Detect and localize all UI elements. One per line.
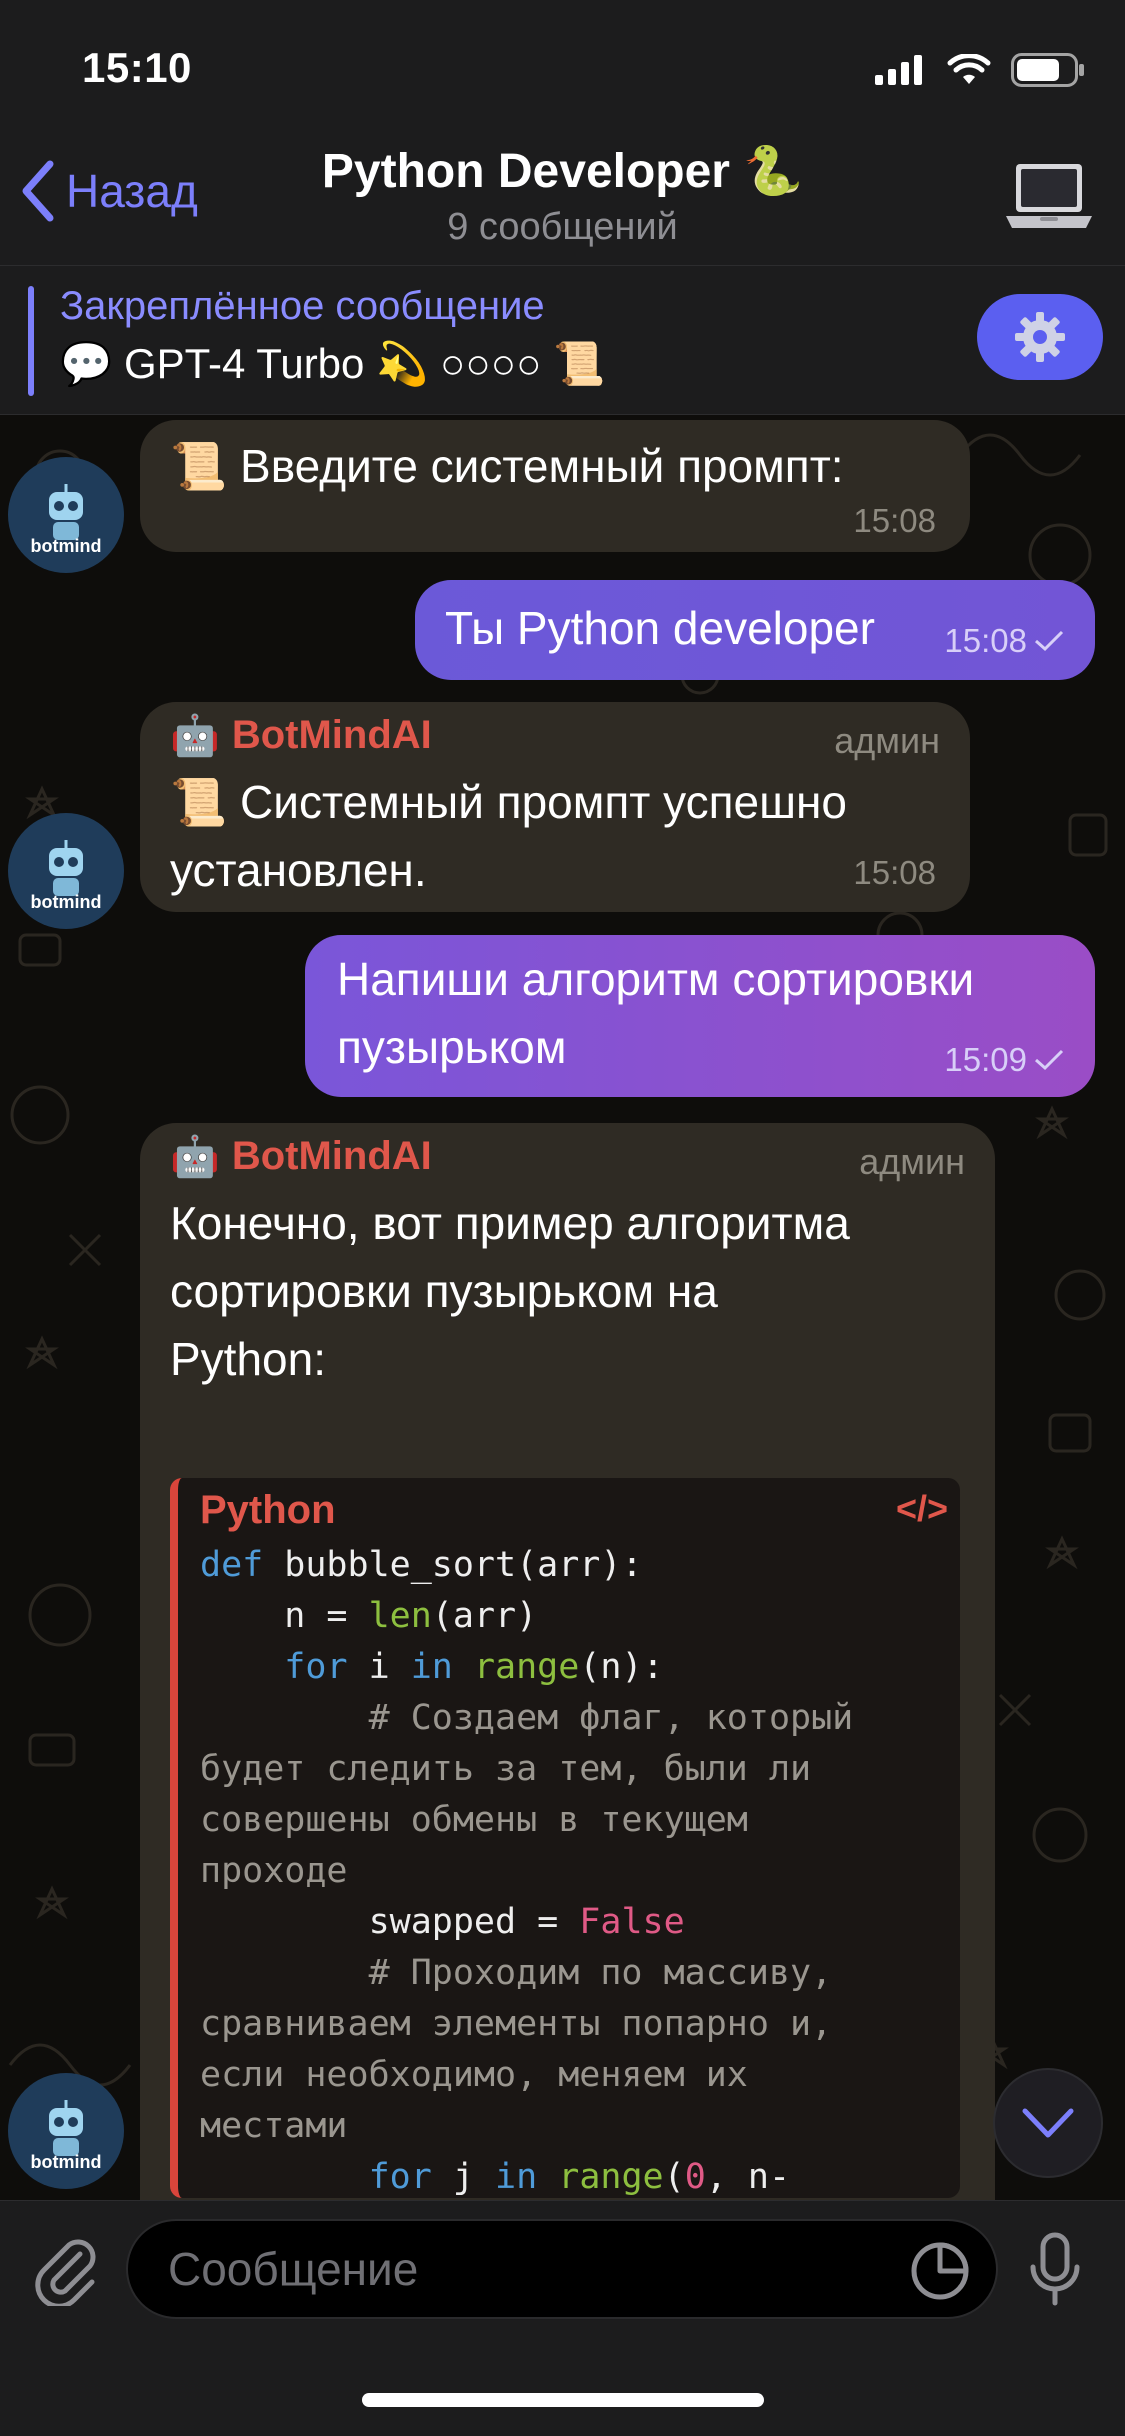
message-bubble-outgoing[interactable]: Напиши алгоритм сортировки пузырьком 15:… xyxy=(305,935,1095,1097)
code-line: for j in range(0, n- xyxy=(368,2157,791,2197)
message-time: 15:08 xyxy=(944,622,1065,660)
checkmark-icon xyxy=(1035,1049,1064,1071)
sticker-button[interactable] xyxy=(910,2241,970,2301)
code-line: # Создаем флаг, который xyxy=(200,1698,854,1738)
message-text: 📜 Системный промпт успешно установлен. xyxy=(170,768,847,904)
microphone-icon xyxy=(1030,2232,1080,2306)
admin-badge: админ xyxy=(859,1141,965,1182)
message-text: Ты Python developer xyxy=(445,602,875,654)
message-text: Конечно, вот пример алгоритма сортировки… xyxy=(170,1189,850,1393)
message-text: Напиши алгоритм сортировки пузырьком xyxy=(337,945,974,1081)
chat-area[interactable]: 📜 Введите системный промпт: 15:08 botmin… xyxy=(0,415,1125,2200)
message-bubble-outgoing[interactable]: Ты Python developer 15:08 xyxy=(415,580,1095,680)
code-line: # Проходим по массиву, xyxy=(200,1953,833,1993)
top-bar: 15:10 Назад Python Developer 🐍 9 сообщен… xyxy=(0,0,1125,265)
checkmark-icon xyxy=(1035,630,1064,652)
code-line: сравниваем элементы попарно и, xyxy=(200,2004,833,2044)
sender-name-text: BotMindAI xyxy=(231,1134,432,1178)
sender-name: 🤖 BotMindAI xyxy=(170,712,432,759)
message-line: Python: xyxy=(170,1333,326,1385)
message-input[interactable] xyxy=(126,2219,998,2319)
settings-button[interactable] xyxy=(977,294,1103,380)
sender-name: 🤖 BotMindAI xyxy=(170,1133,432,1180)
code-line: совершены обмены в текущем xyxy=(200,1800,748,1840)
message-bubble[interactable]: 📜 Введите системный промпт: 15:08 xyxy=(140,420,970,552)
battery-icon xyxy=(1011,53,1084,87)
message-line: сортировки пузырьком на xyxy=(170,1265,718,1317)
code-language: Python xyxy=(200,1488,336,1532)
code-line: def bubble_sort(arr): xyxy=(200,1545,643,1585)
pinned-label: Закреплённое сообщение xyxy=(60,284,545,328)
message-time: 15:08 xyxy=(853,502,936,539)
status-time: 15:10 xyxy=(82,44,192,91)
home-indicator xyxy=(362,2393,764,2407)
pinned-text: 💬 GPT-4 Turbo 💫 ○○○○ 📜 xyxy=(60,340,606,387)
message-time-text: 15:08 xyxy=(944,622,1027,659)
robot-icon: 🤖 xyxy=(170,714,220,758)
message-text: 📜 Введите системный промпт: xyxy=(170,440,844,492)
microphone-button[interactable] xyxy=(1015,2229,1095,2313)
admin-badge: админ xyxy=(834,720,940,761)
chat-subtitle: 9 сообщений xyxy=(447,206,678,248)
message-time: 15:09 xyxy=(944,1041,1065,1079)
paperclip-icon xyxy=(35,2239,96,2306)
avatar[interactable]: botmind xyxy=(8,457,124,573)
sticker-icon xyxy=(911,2242,969,2300)
sender-name-text: BotMindAI xyxy=(231,713,432,757)
signal-icon xyxy=(875,55,922,85)
message-line: 📜 Системный промпт успешно xyxy=(170,776,847,828)
avatar-label: botmind xyxy=(30,536,102,556)
chat-avatar[interactable] xyxy=(1003,150,1095,242)
message-bubble[interactable]: 🤖 BotMindAI админ 📜 Системный промпт усп… xyxy=(140,702,970,912)
code-line: swapped = False xyxy=(200,1902,685,1942)
pinned-indicator xyxy=(28,286,34,396)
message-line: пузырьком xyxy=(337,1021,567,1073)
pinned-message[interactable]: Закреплённое сообщение 💬 GPT-4 Turbo 💫 ○… xyxy=(0,265,1125,415)
code-block[interactable]: Python </> def bubble_sort(arr): n = len… xyxy=(170,1478,960,2198)
code-line: будет следить за тем, были ли xyxy=(200,1749,812,1789)
code-line: если необходимо, меняем их xyxy=(200,2055,748,2095)
status-icons xyxy=(875,50,1085,90)
avatar-label: botmind xyxy=(30,892,102,912)
message-time-text: 15:09 xyxy=(944,1041,1027,1078)
attach-button[interactable] xyxy=(26,2231,106,2311)
laptop-icon xyxy=(1006,164,1092,228)
code-icon[interactable]: </> xyxy=(896,1488,948,1530)
code-text: def bubble_sort(arr): n = len(arr) for i… xyxy=(200,1540,853,2198)
code-line: for i in range(n): xyxy=(284,1647,664,1687)
code-line: проходе xyxy=(200,1851,348,1891)
robot-icon: 🤖 xyxy=(170,1135,220,1179)
message-line: Конечно, вот пример алгоритма xyxy=(170,1197,850,1249)
gear-icon xyxy=(1015,312,1065,362)
message-bubble[interactable]: 🤖 BotMindAI админ Конечно, вот пример ал… xyxy=(140,1123,995,2200)
chat-title[interactable]: Python Developer 🐍 xyxy=(0,142,1125,199)
message-line: Напиши алгоритм сортировки xyxy=(337,953,975,1005)
scroll-down-button[interactable] xyxy=(993,2068,1103,2178)
message-time: 15:08 xyxy=(853,854,936,891)
wifi-icon xyxy=(947,54,991,84)
avatar[interactable]: botmind xyxy=(8,813,124,929)
chevron-down-icon xyxy=(1022,2108,1074,2138)
avatar[interactable]: botmind xyxy=(8,2073,124,2189)
message-line: установлен. xyxy=(170,844,427,896)
avatar-label: botmind xyxy=(30,2152,102,2172)
code-line: n = len(arr) xyxy=(200,1596,538,1636)
code-line: местами xyxy=(200,2106,348,2146)
